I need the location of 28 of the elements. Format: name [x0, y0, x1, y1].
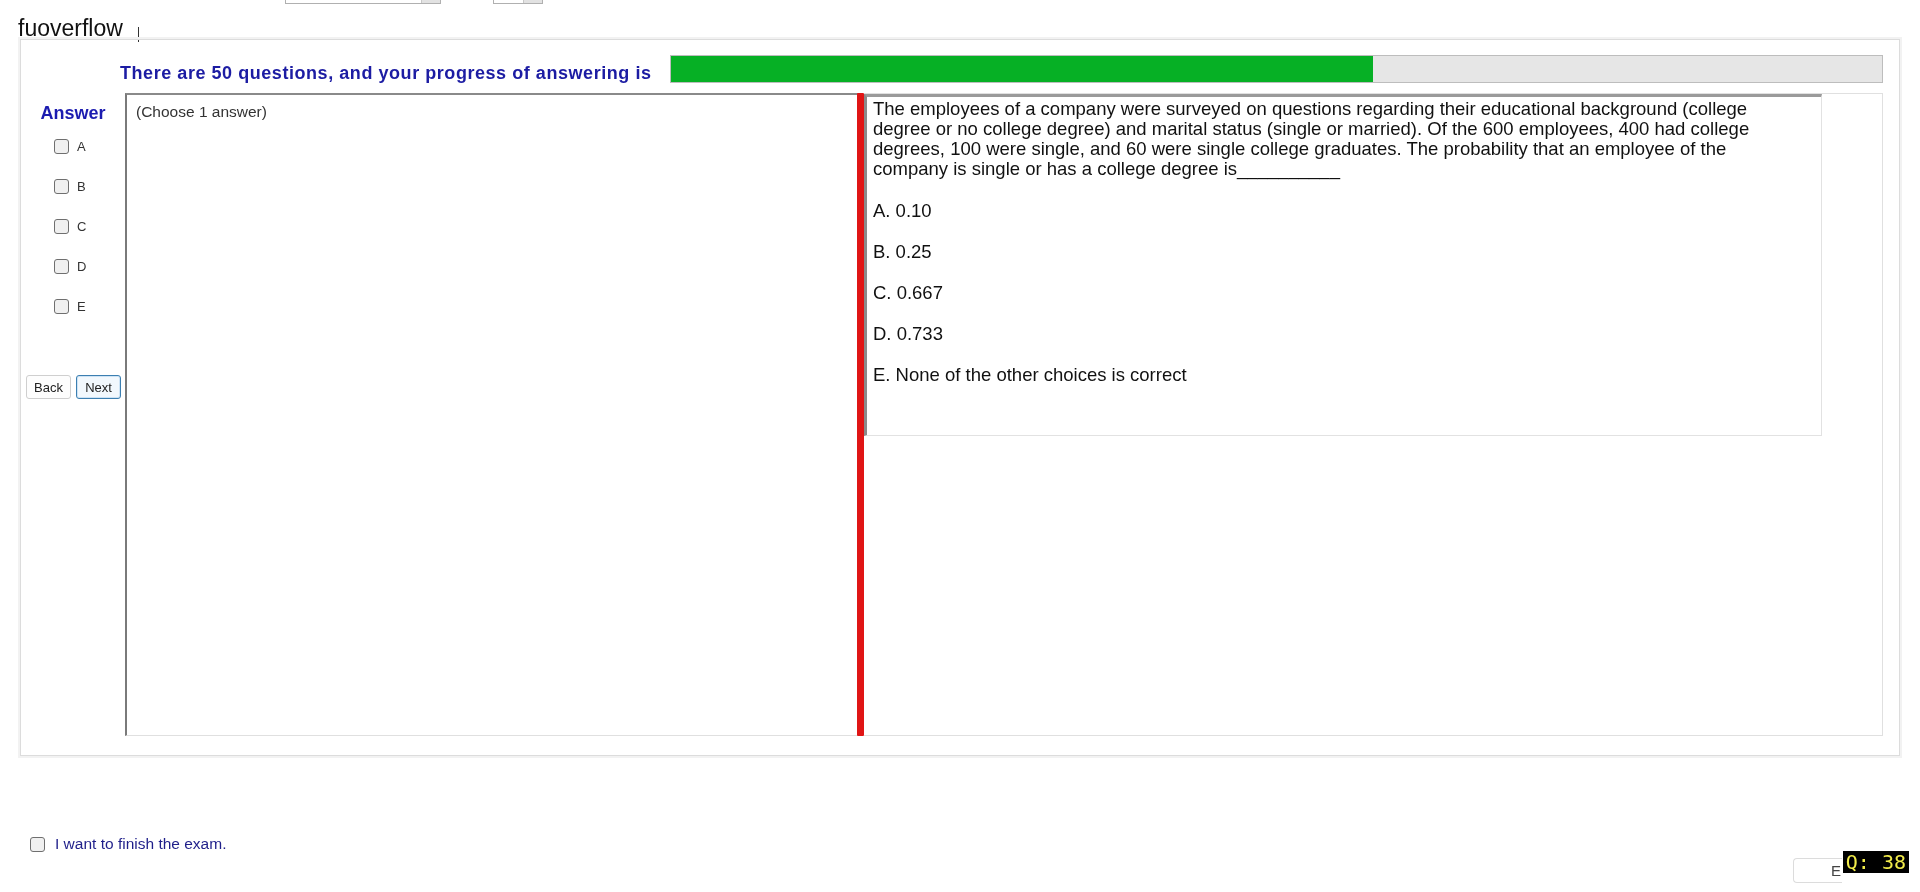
action-button[interactable]: E: [1793, 858, 1842, 883]
answer-heading: Answer: [40, 103, 106, 123]
answer-checkbox[interactable]: [54, 258, 69, 274]
answer-checkbox[interactable]: [54, 298, 69, 314]
next-button[interactable]: Next: [76, 375, 121, 399]
checkbox-label: A: [77, 138, 86, 154]
checkbox-label: D: [77, 258, 87, 274]
answer-checkbox[interactable]: [54, 138, 69, 154]
username-label: fuoverflow: [18, 15, 123, 41]
text-cursor-icon: [137, 27, 139, 42]
back-button[interactable]: Back: [26, 375, 71, 399]
answer-checkbox[interactable]: [54, 178, 69, 194]
dropdown-field[interactable]: [285, 0, 441, 4]
option-text: E. None of the other choices is correct: [873, 365, 1188, 385]
checkbox-label: C: [77, 218, 87, 234]
checkbox-label: E: [77, 298, 86, 314]
dropdown-field[interactable]: [493, 0, 543, 4]
question-text: The employees of a company were surveyed on questions regarding their educational background (college degree or no college degree) and marital status (single or married). Of the 600 employees, 400 had college degrees, 100 were single, and 60 were single college graduates. The probability that an employee of the company is single or has a college degree is__________: [873, 99, 1751, 179]
finish-checkbox[interactable]: [30, 836, 45, 852]
option-text: C. 0.667: [873, 283, 944, 303]
checkbox-label: B: [77, 178, 86, 194]
progress-label: There are 50 questions, and your progress of answering is: [120, 62, 652, 84]
finish-label: I want to finish the exam.: [55, 835, 227, 853]
option-text: B. 0.25: [873, 242, 933, 262]
option-text: D. 0.733: [873, 324, 944, 344]
option-text: A. 0.10: [873, 201, 933, 221]
question-number-label: Q: 38: [1842, 851, 1909, 873]
answer-checkbox[interactable]: [54, 218, 69, 234]
